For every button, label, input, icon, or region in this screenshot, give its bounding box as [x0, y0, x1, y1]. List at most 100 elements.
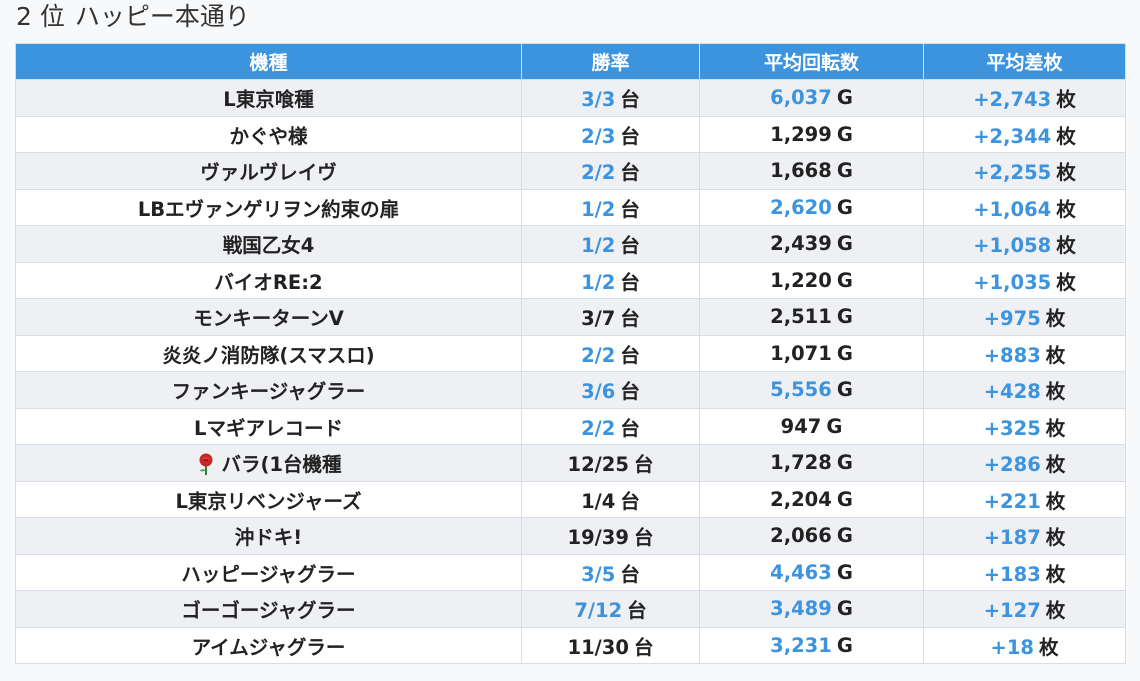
- machine-name-cell[interactable]: LBエヴァンゲリヲン約束の扉: [15, 188, 522, 226]
- avg-spins-cell: 4,463 G: [699, 553, 924, 591]
- win-rate-cell: 19/39 台: [521, 517, 700, 555]
- avg-diff-cell-value: +187: [983, 526, 1041, 550]
- win-rate-cell-unit: 台: [620, 489, 640, 513]
- win-rate-cell: 1/2 台: [521, 261, 700, 299]
- machine-name-cell[interactable]: ゴーゴージャグラー: [15, 590, 522, 628]
- win-rate-cell-unit: 台: [627, 599, 647, 623]
- avg-spins-cell-unit: G: [836, 195, 853, 219]
- avg-diff-cell: +883 枚: [923, 334, 1126, 372]
- win-rate-cell-unit: 台: [620, 161, 640, 185]
- win-rate-cell-value: 2/2: [581, 343, 616, 367]
- table-row: ヴァルヴレイヴ 2/2 台 1,668 G +2,255 枚: [15, 152, 1126, 190]
- avg-diff-cell-unit: 枚: [1056, 88, 1076, 112]
- win-rate-cell: 1/2 台: [521, 225, 700, 263]
- avg-diff-cell-value: +2,344: [973, 124, 1052, 148]
- table-row: バイオRE:2 1/2 台 1,220 G +1,035 枚: [15, 261, 1126, 299]
- avg-spins-cell-unit: G: [826, 414, 843, 438]
- win-rate-cell: 11/30 台: [521, 626, 700, 664]
- avg-spins-cell-value: 1,668: [770, 159, 832, 183]
- table-row: ハッピージャグラー 3/5 台 4,463 G +183 枚: [15, 553, 1126, 591]
- table-row: Lマギアレコード 2/2 台 947 G +325 枚: [15, 407, 1126, 445]
- avg-diff-cell-unit: 枚: [1056, 234, 1076, 258]
- machine-stats-table: 機種 勝率 平均回転数 平均差枚 L東京喰種 3/3 台 6,037 G +2,743 枚か…: [15, 43, 1126, 664]
- machine-name: かぐや様: [229, 124, 308, 148]
- avg-spins-cell-unit: G: [836, 451, 853, 475]
- avg-spins-cell-value: 4,463: [770, 560, 832, 584]
- table-row: 戦国乙女4 1/2 台 2,439 G +1,058 枚: [15, 225, 1126, 263]
- avg-spins-cell: 1,728 G: [699, 444, 924, 482]
- avg-spins-cell-unit: G: [836, 86, 853, 110]
- machine-name-cell[interactable]: L東京喰種: [15, 79, 522, 117]
- avg-diff-cell-value: +1,035: [973, 270, 1052, 294]
- win-rate-cell: 2/2 台: [521, 407, 700, 445]
- avg-diff-cell-value: +1,064: [973, 197, 1052, 221]
- avg-spins-cell-value: 947: [780, 414, 822, 438]
- avg-spins-cell-unit: G: [836, 560, 853, 584]
- avg-diff-cell: +428 枚: [923, 371, 1126, 409]
- win-rate-cell-unit: 台: [620, 380, 640, 404]
- avg-diff-cell-value: +975: [983, 307, 1041, 331]
- machine-name-cell[interactable]: モンキーターンV: [15, 298, 522, 336]
- avg-diff-cell-value: +883: [983, 343, 1041, 367]
- avg-diff-cell-unit: 枚: [1045, 453, 1066, 477]
- avg-spins-cell-unit: G: [836, 378, 853, 402]
- header-avg-spins[interactable]: 平均回転数: [699, 43, 924, 80]
- avg-spins-cell-value: 2,439: [770, 232, 832, 256]
- avg-spins-cell-value: 6,037: [770, 86, 832, 110]
- rank-label: 2 位: [16, 2, 65, 31]
- avg-diff-cell-unit: 枚: [1045, 526, 1066, 550]
- avg-diff-cell-value: +325: [983, 416, 1041, 440]
- avg-diff-cell-value: +127: [983, 599, 1041, 623]
- machine-name-cell[interactable]: L東京リベンジャーズ: [15, 480, 522, 518]
- avg-diff-cell-unit: 枚: [1045, 562, 1066, 586]
- avg-spins-cell-value: 3,489: [770, 597, 832, 621]
- header-win-rate[interactable]: 勝率: [521, 43, 700, 80]
- machine-name-cell[interactable]: ハッピージャグラー: [15, 553, 522, 591]
- win-rate-cell-value: 2/3: [581, 124, 616, 148]
- machine-name-cell[interactable]: 炎炎ノ消防隊(スマスロ): [15, 334, 522, 372]
- win-rate-cell-value: 1/2: [581, 197, 616, 221]
- avg-diff-cell-value: +1,058: [973, 234, 1052, 258]
- machine-name-cell[interactable]: Lマギアレコード: [15, 407, 522, 445]
- win-rate-cell: 2/3 台: [521, 115, 700, 153]
- table-row: L東京喰種 3/3 台 6,037 G +2,743 枚: [15, 79, 1126, 117]
- avg-spins-cell: 5,556 G: [699, 371, 924, 409]
- avg-diff-cell: +221 枚: [923, 480, 1126, 518]
- avg-diff-cell: +187 枚: [923, 517, 1126, 555]
- win-rate-cell: 2/2 台: [521, 152, 700, 190]
- win-rate-cell-value: 3/7: [581, 307, 616, 331]
- win-rate-cell-unit: 台: [620, 307, 640, 331]
- avg-spins-cell: 2,066 G: [699, 517, 924, 555]
- machine-name-cell[interactable]: かぐや様: [15, 115, 522, 153]
- machine-name: ファンキージャグラー: [171, 380, 366, 404]
- avg-spins-cell-unit: G: [836, 633, 853, 657]
- avg-diff-cell: +127 枚: [923, 590, 1126, 628]
- table-row: LBエヴァンゲリヲン約束の扉 1/2 台 2,620 G +1,064 枚: [15, 188, 1126, 226]
- machine-name-cell[interactable]: 沖ドキ!: [15, 517, 522, 555]
- avg-spins-cell: 6,037 G: [699, 79, 924, 117]
- avg-diff-cell-unit: 枚: [1045, 599, 1066, 623]
- avg-diff-cell: +325 枚: [923, 407, 1126, 445]
- header-avg-diff[interactable]: 平均差枚: [923, 43, 1126, 80]
- machine-name: ヴァルヴレイヴ: [200, 161, 337, 185]
- machine-name-cell[interactable]: バラ(1台機種: [15, 444, 522, 482]
- avg-diff-cell-value: +2,743: [973, 88, 1052, 112]
- machine-name-cell[interactable]: バイオRE:2: [15, 261, 522, 299]
- machine-name-cell[interactable]: 戦国乙女4: [15, 225, 522, 263]
- avg-diff-cell-unit: 枚: [1056, 197, 1076, 221]
- avg-diff-cell: +2,743 枚: [923, 79, 1126, 117]
- machine-name-cell[interactable]: ヴァルヴレイヴ: [15, 152, 522, 190]
- machine-name-cell[interactable]: ファンキージャグラー: [15, 371, 522, 409]
- table-header-row: 機種 勝率 平均回転数 平均差枚: [15, 43, 1126, 80]
- win-rate-cell-value: 1/2: [581, 234, 616, 258]
- machine-name-cell[interactable]: アイムジャグラー: [15, 626, 522, 664]
- table-row: モンキーターンV 3/7 台 2,511 G +975 枚: [15, 298, 1126, 336]
- win-rate-cell-unit: 台: [620, 416, 640, 440]
- table-row: ファンキージャグラー 3/6 台 5,556 G +428 枚: [15, 371, 1126, 409]
- win-rate-cell-unit: 台: [620, 234, 640, 258]
- header-machine[interactable]: 機種: [15, 43, 522, 80]
- avg-spins-cell-unit: G: [836, 597, 853, 621]
- win-rate-cell-value: 7/12: [574, 599, 623, 623]
- avg-diff-cell: +1,064 枚: [923, 188, 1126, 226]
- win-rate-cell-unit: 台: [620, 343, 640, 367]
